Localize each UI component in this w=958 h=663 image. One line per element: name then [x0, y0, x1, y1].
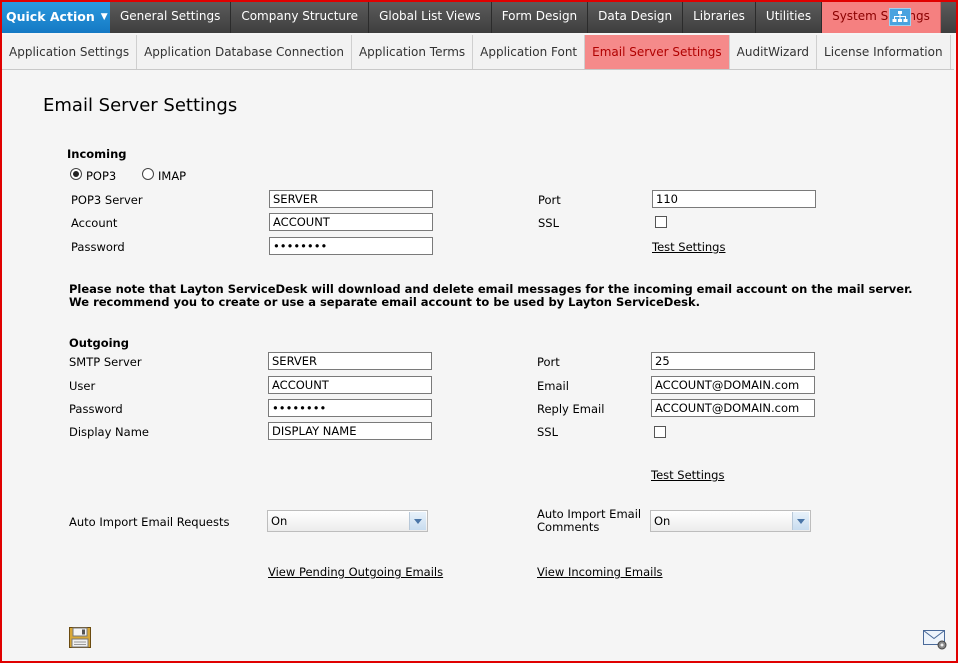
tab-email-server-settings[interactable]: Email Server Settings: [585, 35, 730, 69]
outgoing-password-input[interactable]: ••••••••: [268, 399, 432, 417]
smtp-server-label: SMTP Server: [69, 355, 142, 369]
view-pending-outgoing-emails-link[interactable]: View Pending Outgoing Emails: [268, 565, 443, 579]
email-input[interactable]: ACCOUNT@DOMAIN.com: [651, 376, 815, 394]
password-input[interactable]: ••••••••: [269, 237, 433, 255]
incoming-heading: Incoming: [67, 147, 127, 161]
imap-label: IMAP: [158, 169, 187, 183]
pop3-label: POP3: [86, 169, 117, 183]
outgoing-port-input[interactable]: 25: [651, 352, 815, 370]
display-name-label: Display Name: [69, 425, 149, 439]
pop3-radio[interactable]: [70, 168, 82, 180]
mail-settings-icon[interactable]: [923, 628, 947, 650]
account-input[interactable]: ACCOUNT: [269, 213, 433, 231]
incoming-ssl-checkbox[interactable]: [655, 216, 667, 228]
quick-action-button[interactable]: Quick Action ▼: [0, 0, 110, 33]
auto-import-comments-select[interactable]: On: [650, 510, 811, 532]
pop3-server-input[interactable]: SERVER: [269, 190, 433, 208]
auto-import-requests-value: On: [271, 514, 288, 528]
top-navigation: Quick Action ▼ General Settings Company …: [0, 0, 958, 33]
password-label: Password: [71, 240, 125, 254]
tab-application-font[interactable]: Application Font: [473, 35, 586, 69]
auto-import-comments-label: Auto Import Email Comments: [537, 508, 641, 534]
auto-import-requests-label: Auto Import Email Requests: [69, 515, 230, 529]
nav-system-settings[interactable]: System Settings: [822, 0, 941, 33]
pop3-server-label: POP3 Server: [71, 193, 143, 207]
nav-company-structure[interactable]: Company Structure: [231, 0, 370, 33]
tab-application-database-connection[interactable]: Application Database Connection: [137, 35, 352, 69]
user-input[interactable]: ACCOUNT: [268, 376, 432, 394]
chevron-down-icon: ▼: [100, 11, 108, 22]
outgoing-heading: Outgoing: [69, 336, 129, 350]
nav-libraries[interactable]: Libraries: [683, 0, 756, 33]
view-incoming-emails-link[interactable]: View Incoming Emails: [537, 565, 663, 579]
imap-radio[interactable]: [142, 168, 154, 180]
auto-import-comments-value: On: [654, 514, 671, 528]
nav-utilities[interactable]: Utilities: [756, 0, 823, 33]
outgoing-ssl-checkbox[interactable]: [654, 426, 666, 438]
tab-application-settings[interactable]: Application Settings: [2, 35, 138, 69]
auto-import-comments-label-line-2: Comments: [537, 520, 600, 534]
email-label: Email: [537, 379, 569, 393]
note-line-2: We recommend you to create or use a sepa…: [69, 295, 701, 309]
incoming-ssl-label: SSL: [538, 216, 560, 230]
dropdown-arrow-icon[interactable]: [409, 512, 426, 530]
dropdown-arrow-icon[interactable]: [792, 512, 809, 530]
save-icon[interactable]: [69, 627, 91, 648]
tab-auditwizard[interactable]: AuditWizard: [730, 35, 818, 69]
nav-general-settings[interactable]: General Settings: [110, 0, 232, 33]
user-label: User: [69, 379, 96, 393]
org-chart-icon[interactable]: [889, 8, 911, 26]
tab-application-terms[interactable]: Application Terms: [352, 35, 474, 69]
nav-data-design[interactable]: Data Design: [588, 0, 684, 33]
incoming-port-input[interactable]: 110: [652, 190, 816, 208]
sub-navigation: Application Settings Application Databas…: [2, 35, 954, 70]
reply-email-label: Reply Email: [537, 402, 605, 416]
auto-import-requests-select[interactable]: On: [267, 510, 428, 532]
incoming-note: Please note that Layton ServiceDesk will…: [69, 283, 913, 309]
incoming-test-settings-link[interactable]: Test Settings: [652, 240, 725, 254]
quick-action-label: Quick Action: [6, 9, 95, 24]
page-title: Email Server Settings: [43, 95, 238, 116]
outgoing-test-settings-link[interactable]: Test Settings: [651, 468, 724, 482]
nav-form-design[interactable]: Form Design: [492, 0, 589, 33]
account-label: Account: [71, 216, 118, 230]
outgoing-port-label: Port: [537, 355, 560, 369]
outgoing-password-label: Password: [69, 402, 123, 416]
nav-global-list-views[interactable]: Global List Views: [369, 0, 492, 33]
outgoing-ssl-label: SSL: [537, 425, 559, 439]
smtp-server-input[interactable]: SERVER: [268, 352, 432, 370]
reply-email-input[interactable]: ACCOUNT@DOMAIN.com: [651, 399, 815, 417]
tab-license-information[interactable]: License Information: [817, 35, 951, 69]
incoming-port-label: Port: [538, 193, 561, 207]
display-name-input[interactable]: DISPLAY NAME: [268, 422, 432, 440]
